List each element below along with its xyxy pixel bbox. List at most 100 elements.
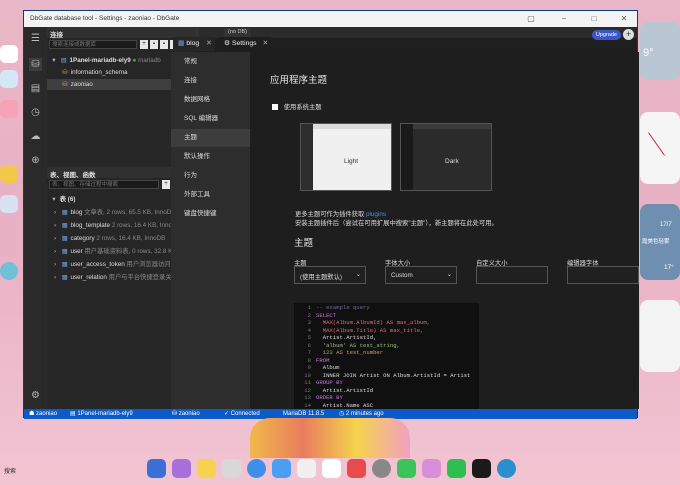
chevron-down-icon: ⌄ bbox=[446, 271, 452, 278]
system-theme-checkbox[interactable] bbox=[272, 104, 278, 111]
dock-launchpad-icon[interactable] bbox=[172, 459, 191, 478]
status-database[interactable]: ⛁ zaoniao bbox=[172, 409, 200, 419]
database-label: information_schema bbox=[70, 69, 128, 76]
close-icon[interactable]: ✕ bbox=[619, 14, 629, 24]
database-label: zaoniao bbox=[70, 81, 93, 88]
code-line: 10 INNER JOIN Artist ON Album.ArtistId =… bbox=[304, 371, 471, 379]
maximize-icon[interactable]: □ bbox=[589, 14, 599, 24]
history-icon[interactable]: ◷ bbox=[29, 106, 42, 119]
connections-search-input[interactable] bbox=[49, 40, 137, 49]
desktop-folder-icon[interactable] bbox=[0, 165, 18, 183]
dock-appstore-icon[interactable] bbox=[347, 459, 366, 478]
dock-trash-icon[interactable] bbox=[222, 459, 241, 478]
tab-table-icon: ▦ bbox=[178, 40, 185, 47]
code-line: 8 FROM bbox=[307, 356, 330, 364]
settings-nav-general[interactable]: 常规 bbox=[171, 53, 250, 71]
status-user[interactable]: ☗ zaoniao bbox=[29, 409, 57, 419]
add-icon[interactable]: ⊕ bbox=[29, 154, 42, 167]
chevron-right-icon: › bbox=[53, 261, 57, 268]
dock-messages-icon[interactable] bbox=[397, 459, 416, 478]
theme-card-light[interactable]: Light bbox=[300, 123, 392, 191]
custom-size-input[interactable] bbox=[476, 266, 548, 284]
add-connection-icon[interactable]: + bbox=[140, 40, 148, 49]
settings-nav-behavior[interactable]: 行为 bbox=[171, 167, 250, 185]
new-tab-button[interactable]: + bbox=[623, 29, 634, 40]
dock-notes-icon[interactable] bbox=[197, 459, 216, 478]
use-system-theme-row[interactable]: 使用系统主题 bbox=[272, 102, 322, 111]
table-name: blog_template bbox=[70, 222, 111, 229]
table-name: category bbox=[70, 235, 95, 242]
icon-rail: ☰ ⛁ ▤ ◷ ☁ ⊕ ⚙ bbox=[24, 27, 47, 409]
chevron-right-icon: › bbox=[53, 209, 57, 216]
database-icon[interactable]: ⛁ bbox=[29, 58, 42, 71]
font-size-select[interactable]: Custom ⌄ bbox=[385, 266, 457, 284]
system-theme-label: 使用系统主题 bbox=[283, 104, 322, 111]
desktop-app-icon-1[interactable] bbox=[0, 45, 18, 63]
settings-nav-shortcuts[interactable]: 键盘快捷键 bbox=[171, 205, 250, 223]
dock-mail-icon[interactable] bbox=[272, 459, 291, 478]
upgrade-button[interactable]: Upgrade bbox=[591, 30, 621, 40]
sql-preview-editor[interactable]: 1 -- example query 2 SELECT 3 MAX(Album.Al… bbox=[294, 303, 479, 416]
code-line: 12 Artist.ArtistId bbox=[304, 386, 374, 394]
dock-photos-icon[interactable] bbox=[297, 459, 316, 478]
collapse-icon[interactable]: ▪ bbox=[150, 40, 158, 49]
status-user-label: zaoniao bbox=[36, 411, 58, 417]
dock-dbgate-icon[interactable] bbox=[497, 459, 516, 478]
database-icon: ⛁ bbox=[172, 411, 179, 417]
desktop-app-icon-4[interactable] bbox=[0, 195, 18, 213]
restore-icon[interactable]: ▢ bbox=[526, 14, 536, 24]
minimize-icon[interactable]: − bbox=[559, 14, 569, 24]
settings-nav-default-actions[interactable]: 默认操作 bbox=[171, 148, 250, 166]
table-icon: ▦ bbox=[61, 274, 68, 281]
add-object-icon[interactable]: + bbox=[162, 180, 170, 189]
code-line: 3 MAX(Album.AlbumId) AS max_album, bbox=[307, 319, 431, 326]
theme-card-dark[interactable]: Dark bbox=[400, 123, 492, 191]
editor-font-input[interactable] bbox=[567, 266, 639, 284]
install-hint: 安装主题插件后（尝试在可用扩展中搜索"主题"），新主题将在此处可用。 bbox=[295, 220, 498, 227]
code-line: 14 Artist.Name ASC bbox=[304, 401, 374, 409]
database-icon: ⛁ bbox=[62, 69, 68, 76]
tables-group-label: 表 (6) bbox=[59, 196, 76, 203]
table-icon: ▦ bbox=[61, 248, 68, 255]
dock-browser-icon[interactable] bbox=[247, 459, 266, 478]
table-name: user bbox=[70, 248, 83, 255]
expand-icon[interactable]: ▪ bbox=[160, 40, 168, 49]
dock-wechat-icon[interactable] bbox=[447, 459, 466, 478]
theme-select[interactable]: (使用主题默认) ⌄ bbox=[294, 266, 366, 284]
settings-icon[interactable]: ⚙ bbox=[29, 389, 42, 402]
settings-nav-connection[interactable]: 连接 bbox=[171, 72, 250, 90]
more-themes-text: 更多主题可作为插件获取 plugins bbox=[295, 209, 386, 218]
settings-nav-sql-editor[interactable]: SQL 编辑器 bbox=[171, 110, 250, 128]
plugins-link[interactable]: plugins bbox=[366, 211, 386, 218]
tab-close-icon[interactable]: ✕ bbox=[206, 40, 212, 47]
dock-finder-icon[interactable] bbox=[147, 459, 166, 478]
cloud-icon[interactable]: ☁ bbox=[29, 130, 42, 143]
calendar-widget bbox=[640, 300, 680, 372]
theme-select-value: (使用主题默认) bbox=[300, 274, 342, 281]
dock-app-icon[interactable] bbox=[422, 459, 441, 478]
settings-nav-datagrid[interactable]: 数据网格 bbox=[171, 91, 250, 109]
database-icon: ⛁ bbox=[62, 81, 68, 88]
desktop-app-icon-5[interactable] bbox=[0, 262, 18, 280]
theme-title: 主题 bbox=[294, 238, 314, 249]
title-bar: DbGate database tool - Settings - zaonia… bbox=[24, 11, 637, 27]
dock-settings-icon[interactable] bbox=[372, 459, 391, 478]
code-line: 13 ORDER BY bbox=[304, 394, 343, 401]
desktop-app-icon-3[interactable] bbox=[0, 100, 18, 118]
status-server[interactable]: ▤ 1Panel-mariadb-ely9 bbox=[70, 409, 133, 419]
more-themes-label: 更多主题可作为插件获取 bbox=[295, 211, 365, 218]
settings-nav-theme[interactable]: 主题 bbox=[171, 129, 250, 147]
tab-close-icon[interactable]: ✕ bbox=[262, 40, 268, 47]
tab-settings[interactable]: ⚙ Settings ✕ bbox=[219, 37, 271, 51]
menu-icon[interactable]: ☰ bbox=[29, 32, 42, 45]
file-icon[interactable]: ▤ bbox=[29, 82, 42, 95]
desktop-search-label[interactable]: 搜索 bbox=[4, 466, 16, 475]
dock-calendar-icon[interactable] bbox=[322, 459, 341, 478]
dock-terminal-icon[interactable] bbox=[472, 459, 491, 478]
connected-icon: ● bbox=[132, 57, 137, 64]
objects-search-input[interactable] bbox=[49, 180, 159, 189]
settings-nav-external-tools[interactable]: 外部工具 bbox=[171, 186, 250, 204]
tab-blog[interactable]: ▦ blog ✕ bbox=[173, 37, 215, 51]
desktop-app-icon-2[interactable] bbox=[0, 70, 18, 88]
code-line: 2 SELECT bbox=[307, 311, 337, 319]
